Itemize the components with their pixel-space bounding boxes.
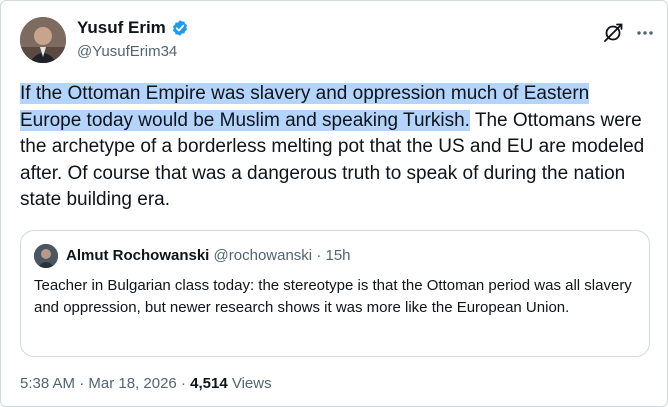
quoted-text: Teacher in Bulgarian class today: the st… — [34, 277, 632, 316]
tweet-date[interactable]: Mar 18, 2026 — [88, 375, 176, 392]
author-name[interactable]: Yusuf Erim — [77, 18, 166, 38]
quoted-author-avatar[interactable] — [34, 244, 58, 268]
quoted-time[interactable]: 15h — [325, 247, 350, 264]
tweet-time[interactable]: 5:38 AM — [20, 375, 75, 392]
tweet-card: Yusuf Erim @YusufErim34 If the Ottoman E… — [0, 0, 668, 407]
quoted-tweet[interactable]: Almut Rochowanski @rochowanski · 15h Tea… — [20, 230, 650, 357]
meta-separator: · — [180, 375, 186, 392]
views-label: Views — [231, 375, 272, 392]
tweet-meta: 5:38 AM · Mar 18, 2026 · 4,514 Views — [20, 375, 272, 392]
quoted-author-handle[interactable]: @rochowanski — [214, 247, 313, 264]
author-handle[interactable]: @YusufErim34 — [77, 43, 177, 60]
quoted-author-name[interactable]: Almut Rochowanski — [66, 247, 209, 264]
quoted-header: Almut Rochowanski @rochowanski · 15h — [66, 247, 351, 264]
meta-separator: · — [79, 375, 85, 392]
views-count: 4,514 — [190, 375, 228, 392]
tweet-text: If the Ottoman Empire was slavery and op… — [20, 81, 650, 214]
grok-icon[interactable] — [602, 22, 624, 44]
author-avatar[interactable] — [20, 17, 66, 63]
verified-badge-icon — [171, 19, 189, 37]
more-options-icon[interactable] — [634, 22, 656, 44]
quoted-separator: · — [316, 247, 322, 264]
